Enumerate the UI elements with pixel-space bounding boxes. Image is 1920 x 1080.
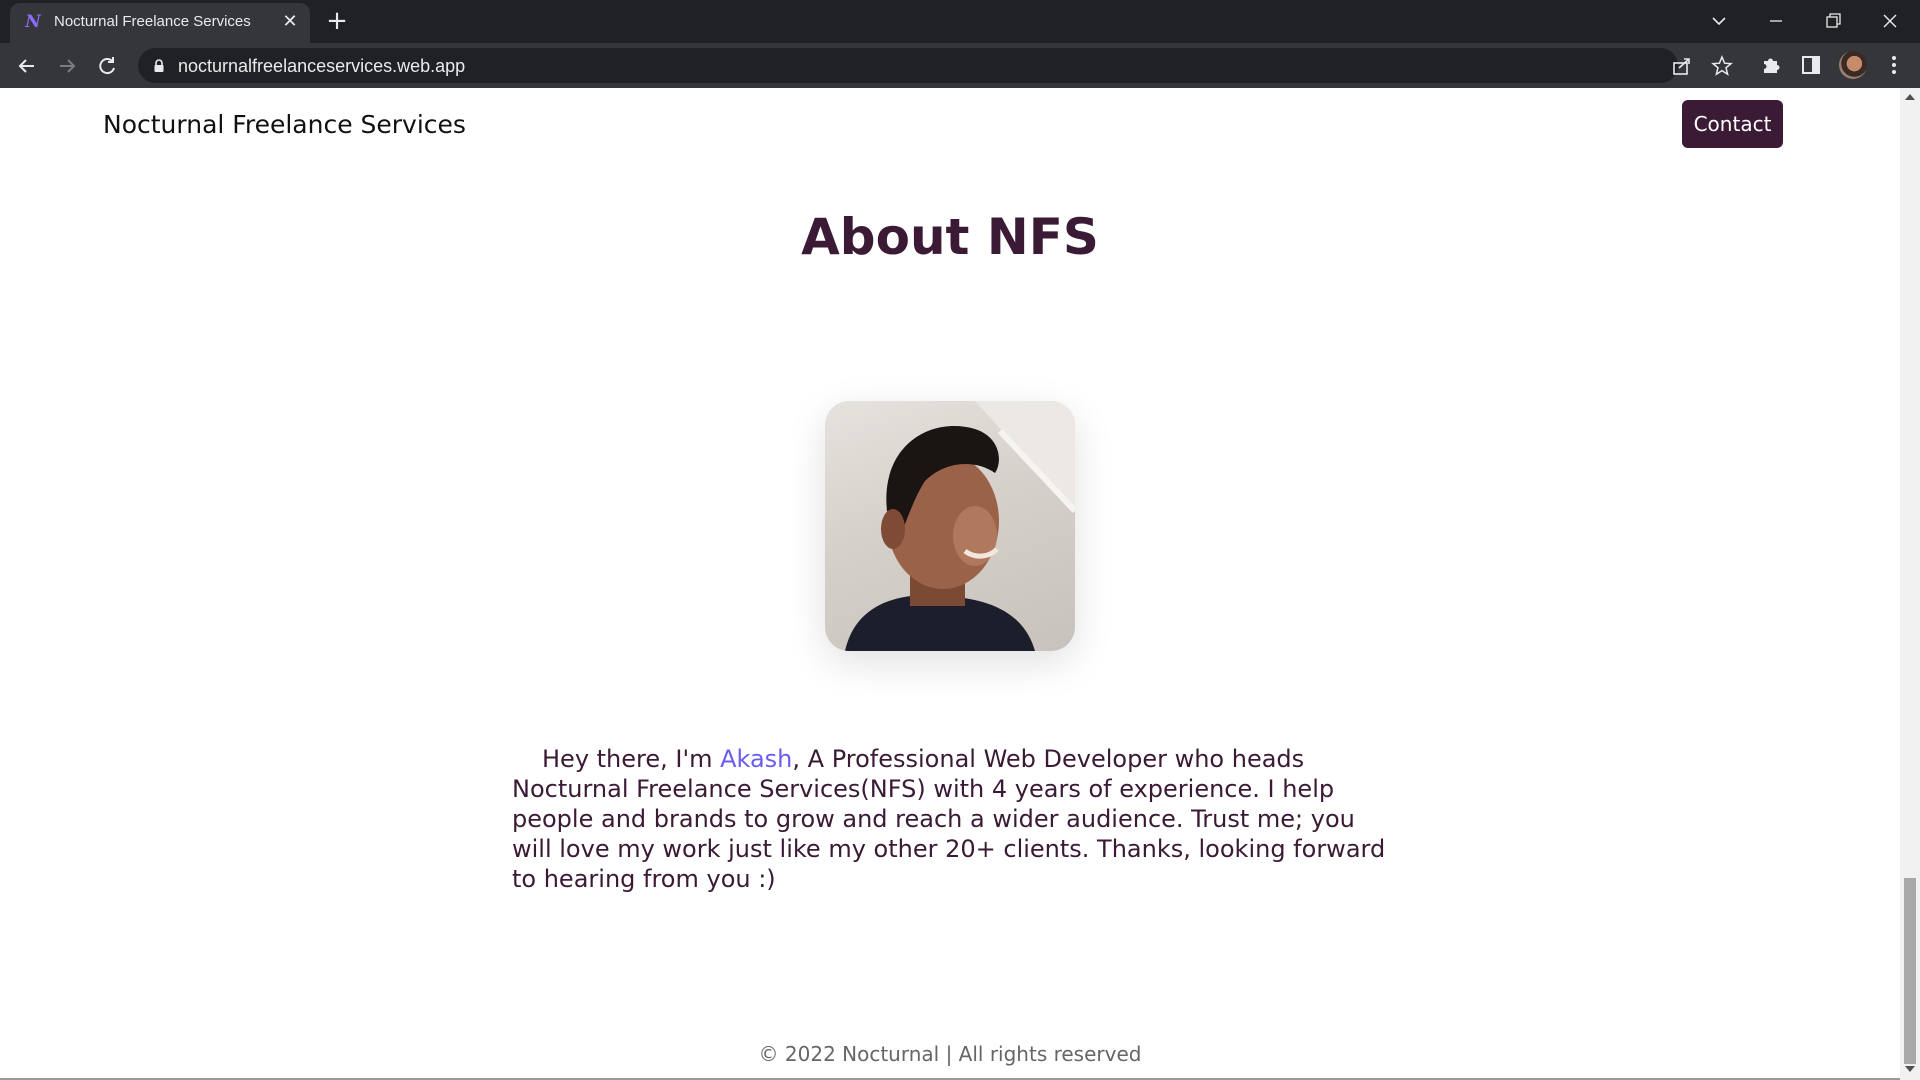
about-bio: Hey there, I'm Akash, A Professional Web… — [512, 744, 1388, 894]
tab-strip: N Nocturnal Freelance Services ✕ + — [0, 0, 1920, 43]
address-bar[interactable]: nocturnalfreelanceservices.web.app — [138, 48, 1733, 83]
url-text[interactable]: nocturnalfreelanceservices.web.app — [178, 56, 465, 77]
page-scrollbar[interactable] — [1900, 88, 1920, 1080]
forward-icon[interactable] — [52, 51, 82, 81]
portrait-illustration — [845, 401, 1075, 651]
profile-photo — [825, 401, 1075, 651]
scroll-down-arrow-icon[interactable] — [1905, 1066, 1915, 1072]
site-favicon-icon: N — [25, 12, 41, 32]
new-tab-button[interactable]: + — [324, 8, 350, 35]
minimize-icon[interactable] — [1758, 6, 1794, 36]
profile-avatar[interactable] — [1839, 51, 1867, 79]
close-window-icon[interactable] — [1872, 6, 1908, 36]
site-brand[interactable]: Nocturnal Freelance Services — [103, 110, 466, 139]
footer-copyright: © 2022 Nocturnal | All rights reserved — [758, 1042, 1142, 1066]
bio-name-highlight: Akash — [720, 745, 793, 773]
scrollbar-thumb[interactable] — [1904, 878, 1916, 1064]
share-icon[interactable] — [1670, 54, 1694, 78]
contact-button[interactable]: Contact — [1682, 100, 1783, 148]
tab-close-icon[interactable]: ✕ — [280, 12, 300, 32]
browser-toolbar: nocturnalfreelanceservices.web.app — [0, 43, 1920, 88]
star-icon[interactable] — [1710, 54, 1734, 78]
lock-icon[interactable] — [152, 58, 166, 74]
browser-tab[interactable]: N Nocturnal Freelance Services ✕ — [10, 3, 310, 43]
restore-icon[interactable] — [1815, 6, 1851, 36]
bio-intro: Hey there, I'm — [542, 745, 721, 773]
tab-title: Nocturnal Freelance Services — [54, 13, 251, 30]
page-viewport: Nocturnal Freelance Services Contact Abo… — [0, 88, 1900, 1080]
tab-search-icon[interactable] — [1701, 6, 1737, 36]
extensions-icon[interactable] — [1758, 52, 1784, 78]
menu-icon[interactable] — [1881, 52, 1907, 78]
scroll-up-arrow-icon[interactable] — [1905, 94, 1915, 100]
side-panel-icon[interactable] — [1798, 52, 1824, 78]
page-title: About NFS — [801, 208, 1099, 266]
reload-icon[interactable] — [92, 51, 122, 81]
back-icon[interactable] — [12, 51, 42, 81]
